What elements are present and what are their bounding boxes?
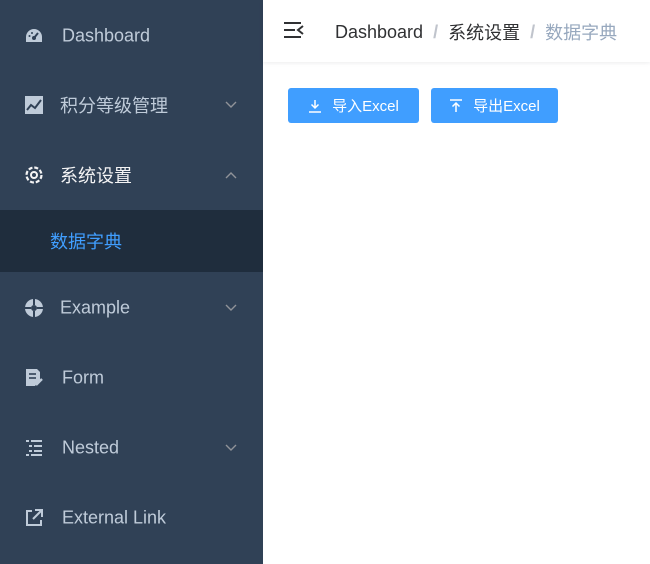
navbar: Dashboard / 系统设置 / 数据字典 bbox=[263, 0, 650, 62]
breadcrumb-item-current: 数据字典 bbox=[545, 23, 618, 43]
breadcrumb: Dashboard / 系统设置 / 数据字典 bbox=[335, 19, 617, 45]
sidebar-item-label: Dashboard bbox=[62, 25, 151, 46]
dashboard-icon bbox=[23, 25, 45, 47]
sidebar-item-points-level[interactable]: 积分等级管理 bbox=[0, 77, 263, 133]
export-excel-button[interactable]: 导出Excel bbox=[431, 88, 558, 123]
sidebar-item-label: Example bbox=[60, 297, 131, 318]
chevron-up-icon bbox=[225, 172, 237, 179]
breadcrumb-item-system-settings: 系统设置 bbox=[448, 23, 521, 43]
download-icon bbox=[309, 99, 322, 113]
external-link-icon bbox=[23, 507, 45, 529]
sidebar-item-nested[interactable]: Nested bbox=[0, 420, 263, 476]
import-excel-button[interactable]: 导入Excel bbox=[288, 88, 419, 123]
example-icon bbox=[23, 297, 45, 319]
sidebar-item-example[interactable]: Example bbox=[0, 280, 263, 336]
sidebar-item-dashboard[interactable]: Dashboard bbox=[0, 8, 263, 64]
sidebar-item-label: External Link bbox=[62, 507, 167, 528]
gear-icon bbox=[23, 164, 45, 186]
import-excel-label: 导入Excel bbox=[332, 98, 399, 115]
sidebar-item-system-settings[interactable]: 系统设置 bbox=[0, 147, 263, 203]
sidebar: Dashboard 积分等级管理 系统设置 数据字典 Example Form bbox=[0, 0, 263, 564]
sidebar-subitem-label: 数据字典 bbox=[50, 232, 122, 252]
export-excel-label: 导出Excel bbox=[473, 98, 540, 115]
breadcrumb-separator: / bbox=[530, 21, 536, 42]
sidebar-subitem-data-dictionary[interactable]: 数据字典 bbox=[0, 210, 263, 272]
upload-icon bbox=[450, 98, 463, 112]
sidebar-item-label: 系统设置 bbox=[60, 166, 132, 186]
sidebar-item-label: Nested bbox=[62, 437, 120, 458]
chevron-down-icon bbox=[225, 444, 237, 451]
form-icon bbox=[23, 367, 45, 389]
breadcrumb-item-dashboard[interactable]: Dashboard bbox=[335, 22, 423, 43]
nested-icon bbox=[23, 437, 45, 459]
chart-icon bbox=[23, 94, 45, 116]
sidebar-item-form[interactable]: Form bbox=[0, 350, 263, 406]
breadcrumb-separator: / bbox=[433, 21, 439, 42]
chevron-down-icon bbox=[225, 101, 237, 108]
sidebar-item-label: Form bbox=[62, 367, 104, 388]
sidebar-item-label: 积分等级管理 bbox=[60, 96, 168, 116]
sidebar-item-external-link[interactable]: External Link bbox=[0, 490, 263, 546]
hamburger-icon[interactable] bbox=[283, 19, 305, 41]
chevron-down-icon bbox=[225, 304, 237, 311]
